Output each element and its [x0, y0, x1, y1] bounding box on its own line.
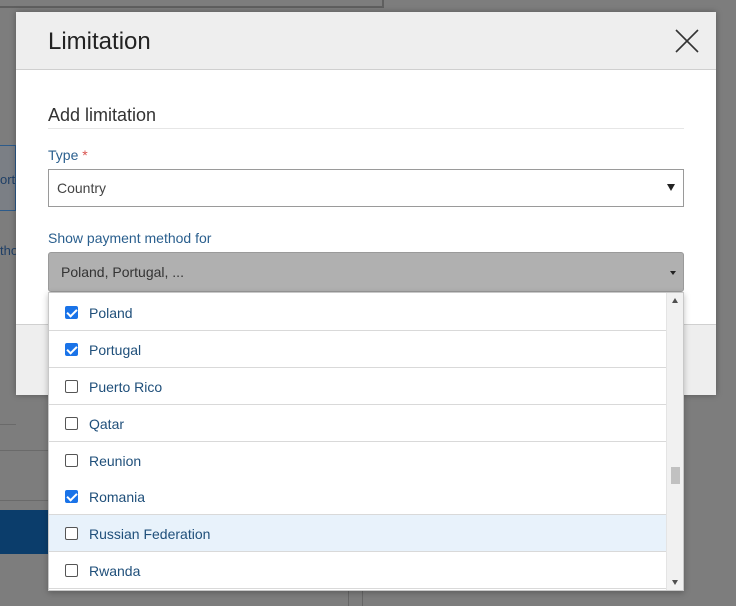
option-label: Romania	[89, 489, 146, 505]
background-divider	[0, 500, 48, 501]
list-item[interactable]: Poland	[49, 294, 667, 331]
checkbox[interactable]	[65, 564, 78, 577]
option-label: Portugal	[89, 342, 142, 358]
checkbox[interactable]	[65, 490, 78, 503]
modal-title: Limitation	[48, 28, 151, 55]
modal-header: Limitation	[16, 12, 716, 70]
list-item[interactable]: Reunion	[49, 442, 667, 479]
type-label-text: Type	[48, 147, 79, 163]
background-divider	[0, 424, 16, 425]
scroll-down-arrow-icon[interactable]	[672, 580, 678, 585]
required-mark: *	[82, 147, 88, 163]
multiselect-value: Poland, Portugal, ...	[61, 264, 184, 280]
background-divider	[348, 590, 349, 606]
option-label: Rwanda	[89, 563, 141, 579]
country-dropdown-list: Poland Portugal Puerto Rico Qatar Reunio…	[48, 292, 684, 591]
section-title: Add limitation	[48, 105, 157, 125]
option-label: Reunion	[89, 453, 142, 469]
scrollbar-thumb[interactable]	[671, 466, 680, 484]
list-item[interactable]: Rwanda	[49, 552, 667, 589]
type-select-value: Country	[57, 180, 107, 196]
scroll-up-arrow-icon[interactable]	[672, 298, 678, 303]
checkbox[interactable]	[65, 306, 78, 319]
section-divider	[48, 128, 684, 129]
payment-method-multiselect[interactable]: Poland, Portugal, ...	[48, 252, 684, 292]
list-item[interactable]: Puerto Rico	[49, 368, 667, 405]
list-item[interactable]: Portugal	[49, 331, 667, 368]
checkbox[interactable]	[65, 380, 78, 393]
checkbox[interactable]	[65, 343, 78, 356]
payment-method-label: Show payment method for	[48, 230, 212, 246]
caret-down-icon	[670, 271, 676, 275]
checkbox[interactable]	[65, 417, 78, 430]
background-divider	[0, 450, 48, 451]
background-topbar	[0, 0, 384, 8]
caret-down-icon	[667, 184, 675, 191]
option-label: Qatar	[89, 416, 125, 432]
type-select[interactable]: Country	[48, 169, 684, 207]
close-button[interactable]	[674, 28, 700, 54]
background-blue-bar	[0, 510, 50, 554]
background-divider	[362, 590, 363, 606]
type-label: Type *	[48, 147, 88, 163]
dropdown-scrollbar[interactable]	[666, 293, 683, 590]
option-label: Puerto Rico	[89, 379, 163, 395]
close-icon	[675, 29, 699, 53]
list-item[interactable]: Romania	[49, 478, 667, 515]
checkbox[interactable]	[65, 454, 78, 467]
option-label: Poland	[89, 305, 133, 321]
list-item[interactable]: Russian Federation	[49, 515, 667, 552]
option-label: Russian Federation	[89, 526, 211, 542]
list-item[interactable]: Qatar	[49, 405, 667, 442]
checkbox[interactable]	[65, 527, 78, 540]
